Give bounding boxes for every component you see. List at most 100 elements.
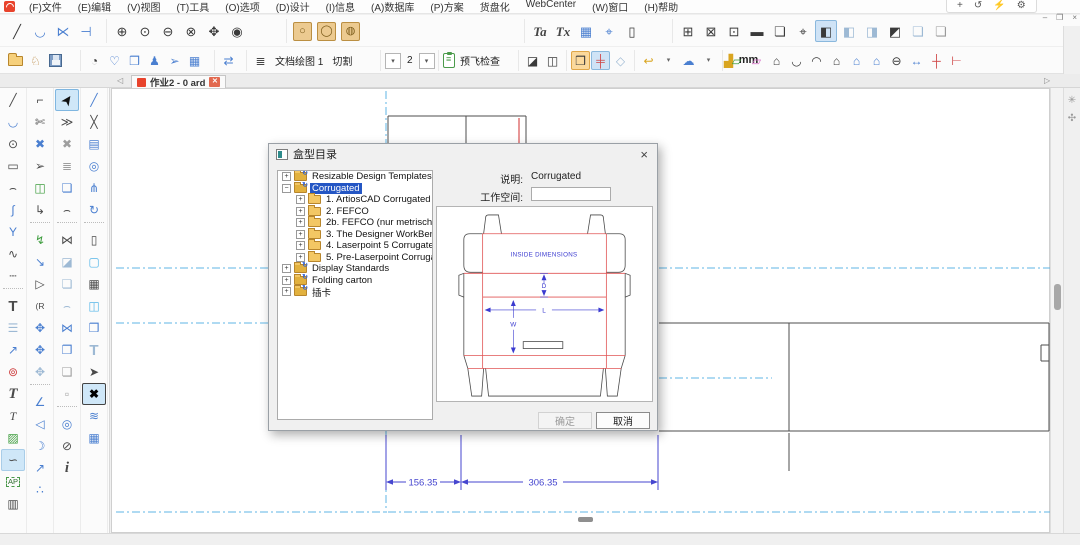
tab-scroll-left-icon[interactable]: ◁: [117, 76, 123, 85]
bridge-move-icon[interactable]: ⌂: [847, 51, 866, 70]
text-style-tool[interactable]: T: [1, 405, 25, 427]
page-setup-tool[interactable]: ▯: [82, 229, 106, 251]
stack-tool[interactable]: ❏: [55, 361, 79, 383]
cross-measure-icon[interactable]: ┼: [927, 51, 946, 70]
info-tool[interactable]: i: [55, 457, 79, 479]
divider[interactable]: [84, 222, 104, 228]
tree-expander-icon[interactable]: +: [296, 253, 305, 262]
tree-expander-icon[interactable]: +: [296, 195, 305, 204]
divider[interactable]: [30, 384, 50, 390]
screen-capture-icon[interactable]: ▬: [746, 20, 768, 42]
undo-curve-icon[interactable]: ↩: [639, 51, 658, 70]
tree-expander-icon[interactable]: +: [282, 264, 291, 273]
menu-item[interactable]: (D)设计: [268, 0, 318, 15]
tree-expander-icon[interactable]: +: [296, 230, 305, 239]
extend-measure-icon[interactable]: ↔: [907, 51, 926, 70]
fill-swap-icon[interactable]: ◨: [861, 20, 883, 42]
text-annotation-icon[interactable]: Ta: [529, 20, 551, 42]
dock-tool-icon[interactable]: ✳: [1068, 96, 1076, 106]
scale-dropdown-left[interactable]: ▾: [385, 53, 401, 69]
arrowhead-tool[interactable]: ➢: [28, 155, 52, 177]
datum-point-tool[interactable]: ↯: [28, 229, 52, 251]
vertical-scrollbar-thumb[interactable]: [1054, 284, 1061, 310]
flash-icon[interactable]: ⚡: [993, 1, 1005, 11]
tree-expander-icon[interactable]: +: [296, 218, 305, 227]
corner-fill-tool[interactable]: ◪: [55, 251, 79, 273]
menu-item[interactable]: (T)工具: [168, 0, 217, 15]
viewport-tool[interactable]: ▢: [82, 251, 106, 273]
counter-circle-icon[interactable]: ○: [293, 22, 312, 41]
stretch-tool[interactable]: ↘: [28, 251, 52, 273]
arc-edit-tool[interactable]: ⌢: [55, 199, 79, 221]
convert-3d-icon[interactable]: ❒: [125, 51, 144, 70]
restore-button[interactable]: ❐: [1056, 14, 1063, 22]
divider[interactable]: [57, 222, 77, 228]
tree-item-fefco-metric[interactable]: + 2b. FEFCO (nur metrisch): [278, 217, 432, 229]
move-tool[interactable]: ✥: [28, 317, 52, 339]
construction-cross-tool[interactable]: ╳: [82, 111, 106, 133]
cube-view-tool[interactable]: ❒: [82, 317, 106, 339]
shape-edit-icon[interactable]: ♡: [105, 51, 124, 70]
tree-item-corrugated[interactable]: − Corrugated: [278, 183, 432, 195]
menu-item[interactable]: 货盘化: [472, 0, 518, 15]
undo-icon[interactable]: ↺: [974, 1, 982, 11]
preview-box-icon[interactable]: ◉: [226, 20, 248, 42]
workspace-input[interactable]: [531, 187, 611, 201]
document-plot-label[interactable]: 文档绘图 1: [271, 53, 327, 68]
delete-tool[interactable]: ✖: [55, 133, 79, 155]
rectangle-tool[interactable]: ▭: [1, 155, 25, 177]
polyline-tool[interactable]: ┄: [1, 265, 25, 287]
cancel-button[interactable]: 取消: [596, 412, 650, 429]
place-image-icon[interactable]: ❏: [769, 20, 791, 42]
preview-mode-icon[interactable]: ❒: [571, 51, 590, 70]
counter-oval-icon[interactable]: ◯: [317, 22, 336, 41]
menu-item[interactable]: (A)数据库: [363, 0, 422, 15]
trim-tool-icon[interactable]: ⊣: [75, 20, 97, 42]
tree-item-laserpoint5[interactable]: + 4. Laserpoint 5 Corrugated: [278, 240, 432, 252]
align-tool[interactable]: ✥: [28, 361, 52, 383]
tree-item-display-standards[interactable]: + Display Standards: [278, 263, 432, 275]
menu-item[interactable]: (H)帮助: [636, 0, 686, 15]
menu-item[interactable]: (V)视图: [119, 0, 168, 15]
blank-sheet-icon[interactable]: ▯: [621, 20, 643, 42]
save-design-icon[interactable]: [46, 51, 65, 70]
grid-panel-tool[interactable]: ▦: [82, 273, 106, 295]
zoom-extents-icon[interactable]: ⊗: [180, 20, 202, 42]
dialog-close-icon[interactable]: ×: [638, 148, 650, 161]
export-image-icon[interactable]: ⊠: [700, 20, 722, 42]
ray-fan-tool[interactable]: ⋔: [82, 177, 106, 199]
leader-line-tool[interactable]: ↗: [1, 339, 25, 361]
slope-tool[interactable]: ↗: [28, 457, 52, 479]
database-info-icon[interactable]: ▦: [185, 51, 204, 70]
group-icon[interactable]: ❏: [907, 20, 929, 42]
bridge-tool-icon[interactable]: ⌂: [767, 51, 786, 70]
ok-button[interactable]: 确定: [538, 412, 592, 429]
tree-expander-icon[interactable]: +: [282, 172, 291, 181]
counter-hatch-icon[interactable]: ◍: [341, 22, 360, 41]
direction-arrow-tool[interactable]: ➤: [82, 361, 106, 383]
dialog-title-bar[interactable]: 盒型目录 ×: [269, 144, 657, 164]
tab-scroll-right-icon[interactable]: ▷: [1044, 76, 1050, 85]
tree-expander-icon[interactable]: −: [282, 184, 291, 193]
catalog-shuffle-icon[interactable]: ⇄: [219, 51, 238, 70]
close-button[interactable]: ×: [1072, 14, 1077, 22]
layers-tool[interactable]: ≣: [55, 155, 79, 177]
circle-tool[interactable]: ⊙: [1, 133, 25, 155]
menu-item[interactable]: (P)方案: [422, 0, 471, 15]
line-tool-icon[interactable]: ╱: [6, 20, 28, 42]
ap-label-tool[interactable]: AP: [1, 471, 25, 493]
menu-item[interactable]: (I)信息: [318, 0, 363, 15]
bridge-remove-icon[interactable]: ⌂: [827, 51, 846, 70]
corner-cut-tool[interactable]: ⌐: [28, 89, 52, 111]
add-icon[interactable]: +: [957, 1, 963, 11]
tree-expander-icon[interactable]: +: [282, 287, 291, 296]
hatch-fill-tool[interactable]: ▨: [1, 427, 25, 449]
tree-expander-icon[interactable]: +: [296, 241, 305, 250]
attachment-paperclip-tool[interactable]: ∽: [1, 449, 25, 471]
grid-panel-icon[interactable]: ▦: [575, 20, 597, 42]
zigzag-tool[interactable]: ≋: [82, 405, 106, 427]
taper-tool[interactable]: ▷: [28, 273, 52, 295]
counter-mask-icon[interactable]: ▱: [747, 51, 766, 70]
tree-expander-icon[interactable]: +: [282, 276, 291, 285]
italic-text-tool[interactable]: T: [1, 383, 25, 405]
